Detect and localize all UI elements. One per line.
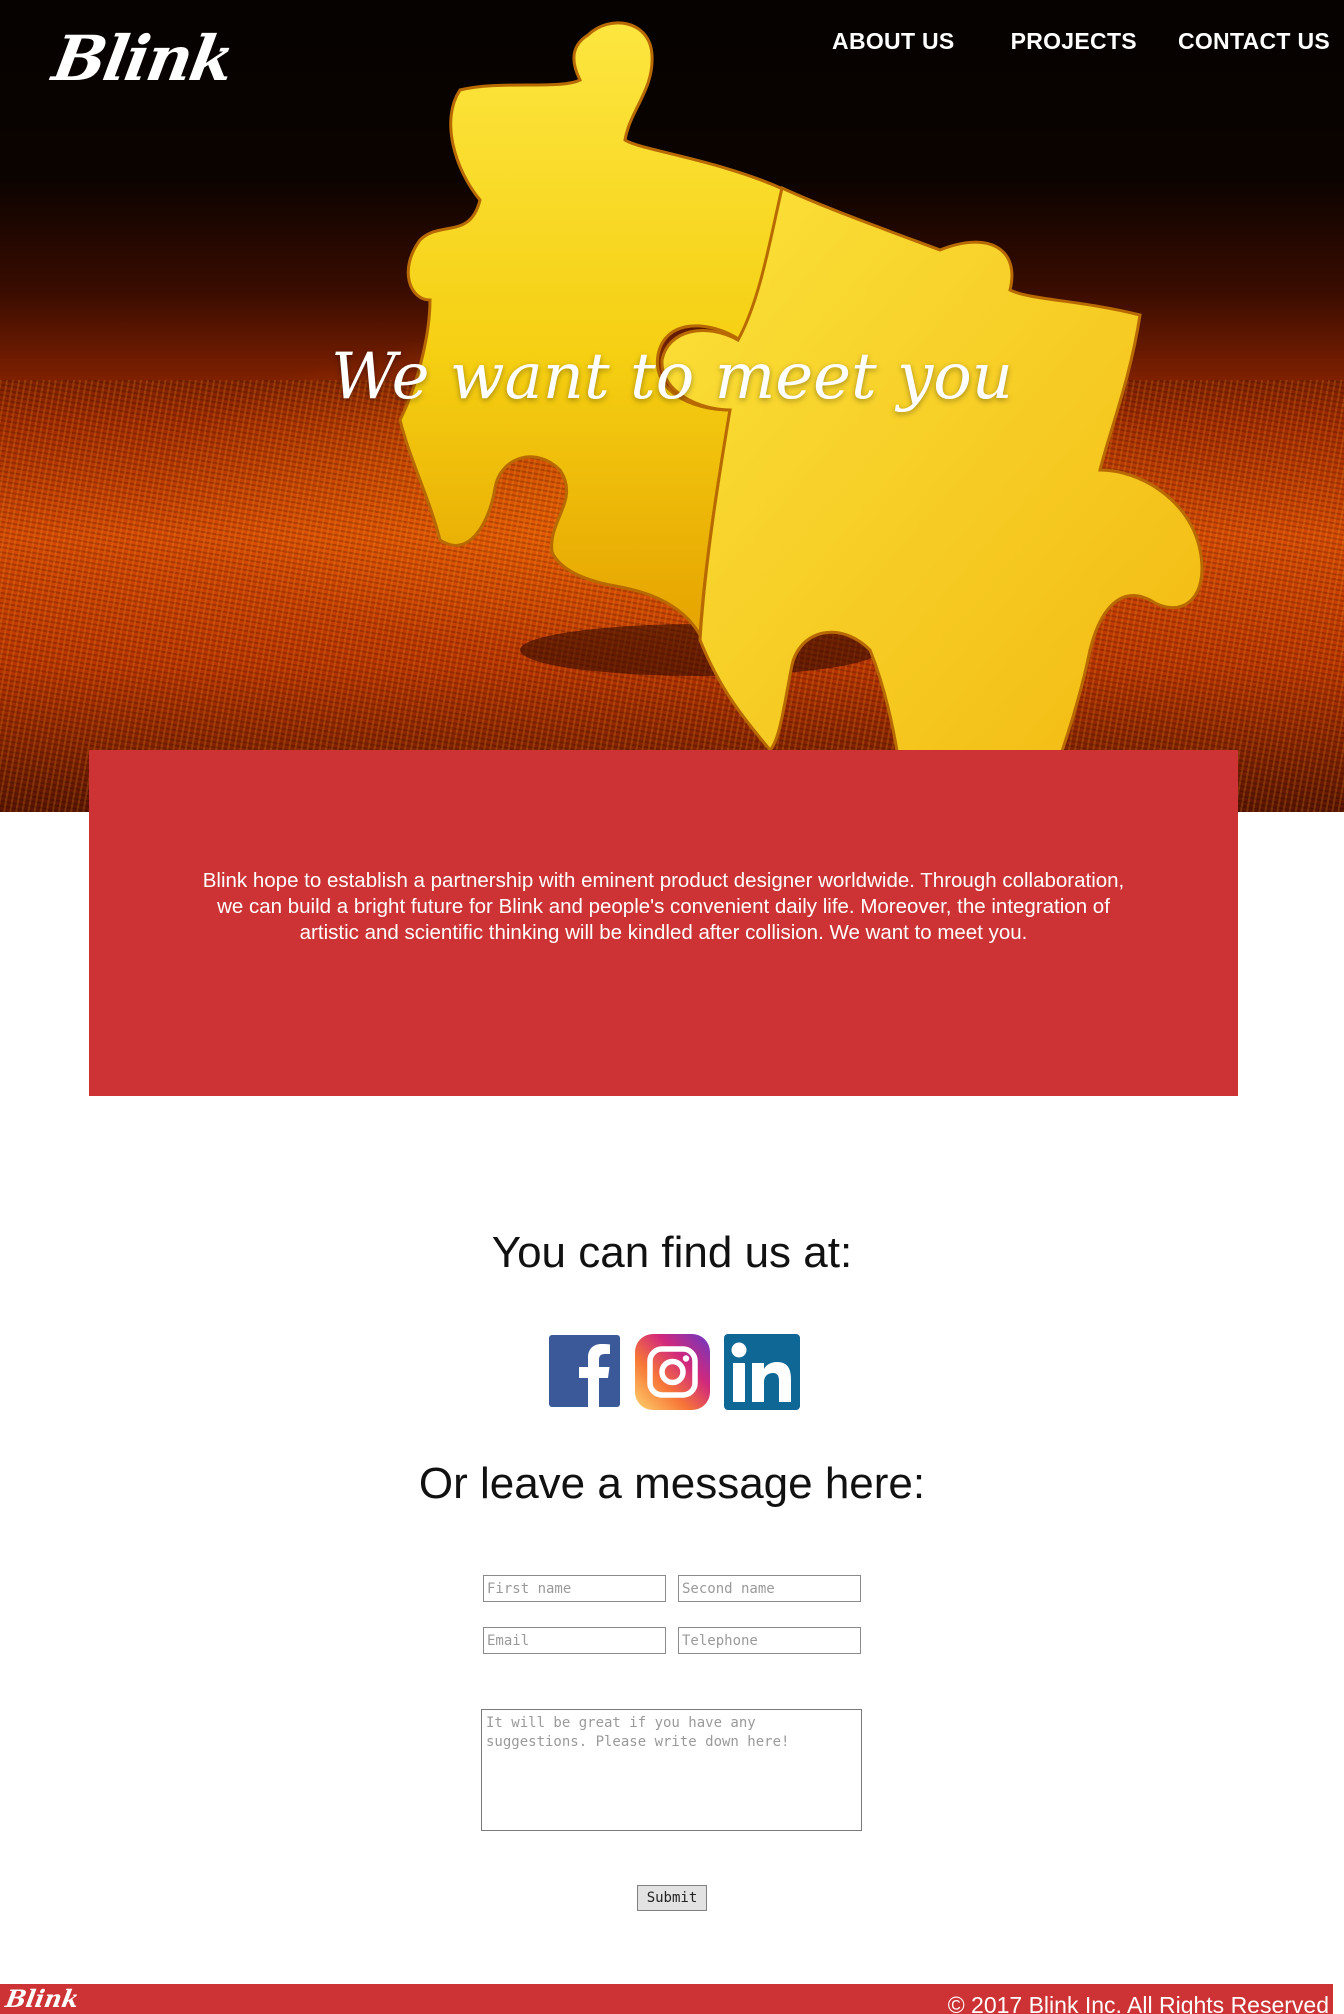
telephone-input[interactable] [678, 1627, 861, 1654]
hero-banner: Blink ABOUT US PROJECTS CONTACT US We wa… [0, 0, 1344, 812]
submit-button[interactable]: Submit [637, 1885, 707, 1911]
email-input[interactable] [483, 1627, 666, 1654]
footer-logo: Blink [3, 1984, 82, 2013]
instagram-icon[interactable] [635, 1334, 710, 1414]
find-us-heading: You can find us at: [491, 1228, 853, 1277]
copyright-text: © 2017 Blink Inc. All Rights Reserved [947, 1992, 1329, 2014]
message-heading: Or leave a message here: [418, 1459, 926, 1508]
intro-box: Blink hope to establish a partnership wi… [89, 750, 1238, 1096]
first-name-input[interactable] [483, 1575, 666, 1602]
hero-title: We want to meet you [331, 340, 1013, 414]
intro-text: Blink hope to establish a partnership wi… [202, 869, 1125, 944]
nav-projects[interactable]: PROJECTS [1011, 28, 1137, 55]
message-textarea[interactable] [481, 1709, 862, 1831]
site-logo[interactable]: Blink [48, 22, 238, 95]
nav-contact-us[interactable]: CONTACT US [1178, 28, 1330, 55]
footer: Blink © 2017 Blink Inc. All Rights Reser… [0, 1984, 1333, 2014]
linkedin-icon[interactable] [724, 1334, 800, 1414]
main-nav: ABOUT US PROJECTS CONTACT US [832, 28, 1330, 55]
facebook-icon[interactable] [549, 1334, 621, 1414]
nav-about-us[interactable]: ABOUT US [832, 28, 955, 55]
second-name-input[interactable] [678, 1575, 861, 1602]
social-links [549, 1334, 814, 1414]
